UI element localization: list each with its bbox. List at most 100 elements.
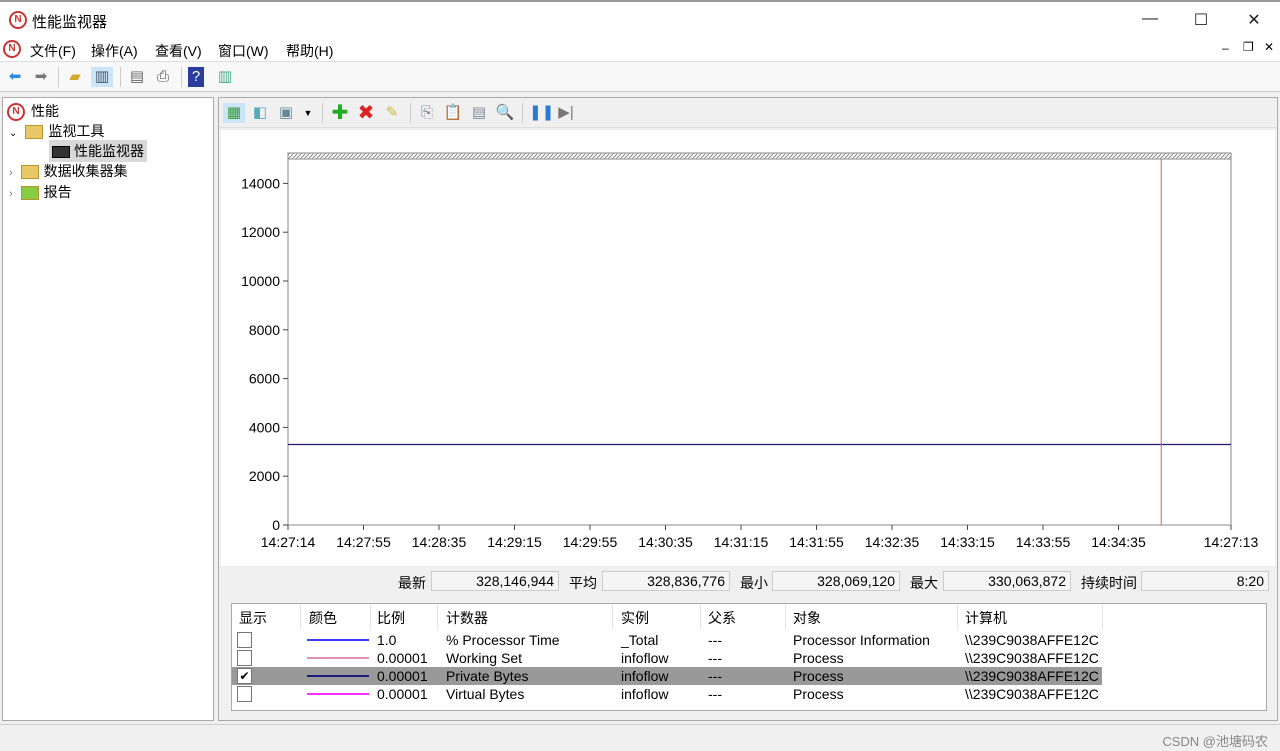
highlight-icon[interactable]: ✎: [381, 103, 403, 123]
show-checkbox[interactable]: ✔: [237, 668, 252, 684]
legend-row[interactable]: 0.00001 Working Set infoflow --- Process…: [232, 649, 1102, 667]
chevron-right-icon[interactable]: ›: [9, 188, 13, 200]
tree-node-performance[interactable]: N 性能: [7, 101, 59, 122]
help-icon[interactable]: ?: [188, 67, 204, 87]
computer-cell: \\239C9038AFFE12C: [965, 632, 1099, 648]
title-bar: N 性能监视器 — ☐ ✕: [0, 0, 1280, 37]
show-checkbox[interactable]: [237, 632, 252, 648]
y-tick-label: 12000: [241, 224, 280, 240]
show-checkbox[interactable]: [237, 650, 252, 666]
properties-icon[interactable]: ▤: [468, 103, 490, 123]
computer-cell: \\239C9038AFFE12C: [965, 650, 1099, 666]
minimize-button[interactable]: —: [1140, 10, 1160, 28]
system-menu-icon[interactable]: N: [3, 40, 21, 58]
x-tick-label: 14:31:55: [789, 534, 844, 550]
menu-window[interactable]: 窗口(W): [218, 41, 269, 61]
menu-action[interactable]: 操作(A): [91, 41, 138, 61]
maximize-button[interactable]: ☐: [1191, 10, 1211, 30]
chevron-right-icon[interactable]: ›: [9, 167, 13, 179]
object-cell: Processor Information: [793, 632, 930, 648]
average-label: 平均: [569, 575, 597, 591]
last-value: 328,146,944: [431, 571, 559, 591]
computer-cell: \\239C9038AFFE12C: [965, 668, 1099, 684]
copy-properties-icon[interactable]: ⎘: [416, 103, 438, 123]
parent-cell: ---: [708, 632, 722, 648]
x-tick-label: 14:33:15: [940, 534, 995, 550]
freeze-display-icon[interactable]: ❚❚: [529, 103, 554, 123]
x-tick-label: 14:29:15: [487, 534, 542, 550]
maximum-label: 最大: [910, 575, 938, 591]
parent-cell: ---: [708, 668, 722, 684]
tree-node-reports[interactable]: › 报告: [9, 182, 72, 202]
menu-view[interactable]: 查看(V): [155, 41, 202, 61]
parent-cell: ---: [708, 686, 722, 702]
dropdown-arrow-icon[interactable]: ▼: [297, 103, 319, 123]
change-graph-type-icon[interactable]: ▣: [275, 103, 297, 123]
average-value: 328,836,776: [602, 571, 730, 591]
col-color[interactable]: 颜色: [309, 608, 337, 628]
menu-help[interactable]: 帮助(H): [286, 41, 333, 61]
y-tick-label: 14000: [241, 175, 280, 191]
tree-node-data-collector-sets[interactable]: › 数据收集器集: [9, 161, 128, 181]
col-scale[interactable]: 比例: [377, 608, 405, 628]
legend-row[interactable]: 0.00001 Virtual Bytes infoflow --- Proce…: [232, 685, 1102, 703]
zoom-icon[interactable]: 🔍: [494, 103, 516, 123]
y-tick-label: 10000: [241, 273, 280, 289]
perf-icon: N: [7, 103, 25, 122]
col-parent[interactable]: 父系: [708, 608, 736, 628]
scale-cell: 0.00001: [377, 650, 428, 666]
monitor-icon: [52, 146, 70, 159]
maximum-value: 330,063,872: [943, 571, 1071, 591]
instance-cell: infoflow: [621, 668, 669, 684]
show-hide-tree-icon[interactable]: ▥: [91, 67, 113, 87]
paste-counter-list-icon[interactable]: 📋: [442, 103, 464, 123]
tree-node-performance-monitor[interactable]: 性能监视器: [49, 140, 147, 162]
menu-file[interactable]: 文件(F): [30, 41, 76, 61]
show-action-pane-icon[interactable]: ▥: [214, 67, 236, 87]
legend-header: 显示 颜色 比例 计数器 实例 父系 对象 计算机: [232, 604, 1266, 630]
graph-area[interactable]: 0 2000 4000 6000 8000 10000 12000 14000 14:27:14…: [221, 130, 1275, 566]
show-checkbox[interactable]: [237, 686, 252, 702]
col-counter[interactable]: 计数器: [446, 608, 488, 628]
computer-cell: \\239C9038AFFE12C: [965, 686, 1099, 702]
legend-row[interactable]: ✔ 0.00001 Private Bytes infoflow --- Pro…: [232, 667, 1102, 685]
col-computer[interactable]: 计算机: [965, 608, 1007, 628]
duration-label: 持续时间: [1081, 575, 1137, 591]
color-swatch: [307, 693, 369, 695]
view-data-icon[interactable]: ◧: [249, 103, 271, 123]
instance-cell: _Total: [621, 632, 659, 648]
parent-cell: ---: [708, 650, 722, 666]
menu-bar: N 文件(F) 操作(A) 查看(V) 窗口(W) 帮助(H) – ❐ ✕: [0, 37, 1280, 62]
delete-counter-icon[interactable]: ✖: [355, 103, 377, 123]
counter-cell: Working Set: [446, 650, 522, 666]
chart-top-band: [287, 152, 1232, 160]
legend-row[interactable]: 1.0 % Processor Time _Total --- Processo…: [232, 631, 1102, 649]
up-folder-icon[interactable]: ▰: [64, 67, 86, 87]
duration-value: 8:20: [1141, 571, 1269, 591]
x-tick-label: 14:34:35: [1091, 534, 1146, 550]
view-graph-icon[interactable]: ▦: [223, 103, 245, 123]
window-title: 性能监视器: [32, 14, 108, 31]
perfmon-app-icon: N: [9, 11, 27, 29]
mdi-close-icon[interactable]: ✕: [1264, 40, 1274, 54]
forward-icon[interactable]: ➡: [30, 67, 52, 87]
chevron-down-icon[interactable]: ⌄: [9, 128, 17, 139]
export-list-icon[interactable]: ▤: [126, 67, 148, 87]
tree-node-monitoring-tools[interactable]: ⌄ 监视工具: [9, 121, 104, 141]
minimum-label: 最小: [740, 575, 768, 591]
close-button[interactable]: ✕: [1244, 10, 1264, 30]
y-tick-label: 2000: [249, 468, 280, 484]
add-counter-icon[interactable]: ✚: [329, 103, 351, 123]
navigation-tree: N 性能 ⌄ 监视工具 性能监视器 › 数据收集器集 › 报告: [2, 97, 214, 721]
print-icon[interactable]: ⎙: [152, 67, 174, 87]
update-data-icon[interactable]: ▶|: [555, 103, 577, 123]
mdi-restore-icon[interactable]: ❐: [1243, 40, 1254, 54]
status-bar: [0, 724, 1280, 751]
back-icon[interactable]: ⬅: [4, 67, 26, 87]
scale-cell: 0.00001: [377, 668, 428, 684]
col-instance[interactable]: 实例: [621, 608, 649, 628]
x-tick-label: 14:29:55: [563, 534, 618, 550]
col-show[interactable]: 显示: [239, 608, 267, 628]
col-object[interactable]: 对象: [793, 608, 821, 628]
mdi-minimize-icon[interactable]: –: [1222, 41, 1229, 55]
